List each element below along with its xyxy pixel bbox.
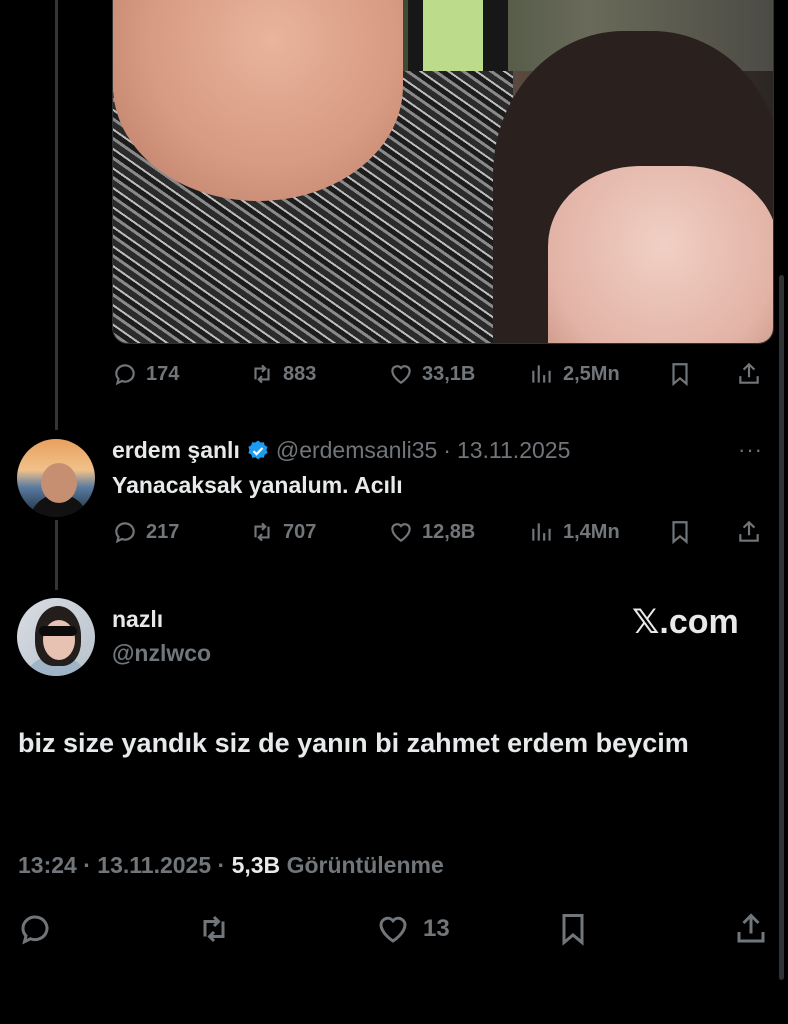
views-icon <box>532 365 551 383</box>
retweet-icon <box>203 915 225 943</box>
reply-icon <box>21 915 49 945</box>
display-name[interactable]: erdem şanlı <box>112 437 240 464</box>
like-button[interactable]: 13 <box>375 911 450 947</box>
like-button[interactable]: 33,1B <box>388 361 475 387</box>
bookmark-button[interactable] <box>667 519 693 545</box>
avatar-erdem[interactable] <box>17 439 95 517</box>
bookmark-icon <box>672 363 688 387</box>
retweet-button[interactable] <box>196 911 232 947</box>
retweet-icon <box>254 522 270 542</box>
views-count: 1,4Mn <box>563 520 620 543</box>
like-icon <box>391 365 411 384</box>
views-count: 5,3B <box>231 852 281 878</box>
reply-icon <box>115 364 135 386</box>
tweet-date[interactable]: 13.11.2025 <box>457 437 570 464</box>
meta-separator: · <box>211 852 232 878</box>
like-button[interactable]: 12,8B <box>388 519 475 545</box>
avatar-face <box>41 463 77 503</box>
tweet-photo[interactable] <box>112 0 774 344</box>
views-label: Görüntülenme <box>286 852 444 878</box>
share-icon <box>739 520 759 542</box>
retweet-icon <box>254 364 270 384</box>
retweet-count: 883 <box>283 362 317 385</box>
thread-line-bottom <box>55 520 58 590</box>
share-icon <box>737 913 765 943</box>
main-display-name[interactable]: nazlı <box>112 606 163 633</box>
retweet-button[interactable]: 707 <box>249 519 316 545</box>
tweet-time[interactable]: 13:24 <box>18 852 77 878</box>
share-icon <box>739 362 759 384</box>
reply-count: 217 <box>146 520 180 543</box>
reply-button[interactable]: 174 <box>112 361 179 387</box>
bookmark-icon <box>672 521 688 545</box>
meta-separator: · <box>76 852 98 878</box>
like-count: 13 <box>423 915 450 942</box>
handle[interactable]: @erdemsanli35 <box>276 437 437 464</box>
separator: · <box>443 437 451 463</box>
main-handle[interactable]: @nzlwco <box>112 640 211 667</box>
share-button[interactable] <box>733 911 769 947</box>
like-count: 12,8B <box>422 520 476 543</box>
tweet-date[interactable]: 13.11.2025 <box>97 852 211 878</box>
tweet2-actions: 217 707 12,8B 1,4Mn <box>112 517 770 547</box>
photo-face-right <box>548 166 773 343</box>
tweet2-header: erdem şanlı @erdemsanli35 · 13.11.2025 <box>112 437 570 464</box>
main-tweet-actions: 13 <box>0 911 788 951</box>
views-count: 2,5Mn <box>563 362 620 385</box>
bookmark-button[interactable] <box>667 361 693 387</box>
main-tweet-text: biz size yandık siz de yanın bi zahmet e… <box>18 728 689 758</box>
scrollbar[interactable] <box>779 275 784 980</box>
bookmark-button[interactable] <box>555 911 591 947</box>
views-icon <box>532 523 551 541</box>
share-button[interactable] <box>736 361 762 387</box>
retweet-button[interactable]: 883 <box>249 361 316 387</box>
avatar-nazli[interactable] <box>17 598 95 676</box>
views-button[interactable]: 1,4Mn <box>529 519 620 545</box>
reply-button[interactable] <box>17 911 53 947</box>
tweet2-text: Yanacaksak yanalum. Acılı <box>112 472 403 498</box>
tweet-meta: 13:24 · 13.11.2025 · 5,3B Görüntülenme <box>18 852 444 879</box>
bookmark-icon <box>562 914 584 946</box>
verified-icon <box>248 440 268 459</box>
reply-icon <box>115 522 135 544</box>
more-options-icon[interactable]: ··· <box>738 437 763 463</box>
like-icon <box>391 523 411 542</box>
share-button[interactable] <box>736 519 762 545</box>
retweet-count: 707 <box>283 520 317 543</box>
avatar-sunglasses <box>39 626 77 636</box>
views-button[interactable]: 2,5Mn <box>529 361 620 387</box>
like-count: 33,1B <box>422 362 476 385</box>
x-com-watermark: 𝕏.com <box>632 603 739 641</box>
tweet1-actions: 174 883 33,1B 2,5Mn <box>112 359 770 389</box>
thread-line-top <box>55 0 58 430</box>
reply-button[interactable]: 217 <box>112 519 179 545</box>
reply-count: 174 <box>146 362 180 385</box>
like-icon <box>379 916 407 943</box>
